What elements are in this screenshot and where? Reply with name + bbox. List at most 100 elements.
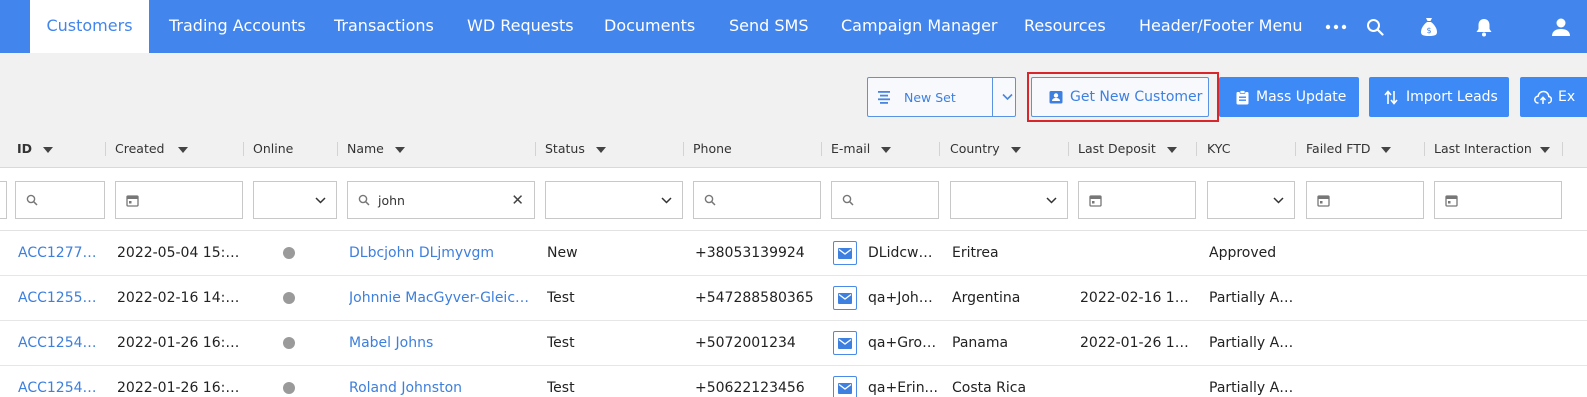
customer-name-link[interactable]: Johnnie MacGyver-Gleichner — [349, 276, 535, 321]
last-deposit-cell: 2022-02-16 14:07 — [1080, 290, 1196, 306]
online-status-dot — [283, 337, 295, 349]
money-bag-icon[interactable]: $ — [1416, 0, 1442, 53]
created-filter-input[interactable] — [115, 181, 243, 219]
status-filter-select[interactable] — [545, 181, 683, 219]
customer-id-link[interactable]: ACC1255570 — [18, 276, 105, 321]
chevron-down-icon — [1273, 196, 1284, 204]
email-filter-input[interactable] — [831, 181, 939, 219]
table-row[interactable]: ACC1254457 2022-01-26 16:51 Roland Johns… — [0, 366, 1587, 397]
column-header-email[interactable]: E-mail — [831, 131, 892, 168]
sort-caret-icon — [1166, 146, 1177, 153]
table-row[interactable]: ACC1255570 2022-02-16 14:07 Johnnie MacG… — [0, 276, 1587, 321]
column-header-country[interactable]: Country — [950, 131, 1021, 168]
id-filter-input[interactable] — [15, 181, 105, 219]
chevron-down-icon — [1046, 196, 1057, 204]
customer-id-link[interactable]: ACC1254531 — [18, 321, 105, 366]
sort-arrows-icon — [1384, 89, 1398, 105]
contact-card-icon — [1049, 91, 1063, 104]
calendar-icon — [126, 194, 139, 207]
created-cell: 2022-01-26 16:51 — [117, 380, 243, 396]
calendar-icon — [1317, 194, 1330, 207]
sort-caret-icon — [595, 146, 606, 153]
import-leads-button[interactable]: Import Leads — [1369, 77, 1509, 117]
kyc-cell: Partially Ap... — [1209, 380, 1295, 396]
last-deposit-filter-input[interactable] — [1078, 181, 1196, 219]
tab-wd-requests[interactable]: WD Requests — [467, 0, 574, 53]
country-filter-select[interactable] — [950, 181, 1068, 219]
column-header-name[interactable]: Name — [347, 131, 405, 168]
status-cell: Test — [547, 290, 575, 306]
created-cell: 2022-02-16 14:07 — [117, 290, 243, 306]
customer-name-link[interactable]: Mabel Johns — [349, 321, 535, 366]
country-cell: Costa Rica — [952, 380, 1027, 396]
name-filter-value: john — [378, 192, 405, 208]
tab-trading-accounts[interactable]: Trading Accounts — [169, 0, 306, 53]
last-interaction-filter-input[interactable] — [1434, 181, 1562, 219]
column-header-last-deposit[interactable]: Last Deposit — [1078, 131, 1177, 168]
export-button[interactable]: Ex — [1520, 77, 1587, 117]
set-select[interactable]: New Set — [867, 77, 1016, 117]
sort-caret-icon — [43, 146, 54, 153]
tab-campaign-manager[interactable]: Campaign Manager — [841, 0, 997, 53]
sort-caret-icon — [881, 146, 892, 153]
cloud-upload-icon — [1534, 90, 1552, 104]
tab-resources[interactable]: Resources — [1024, 0, 1106, 53]
mail-icon[interactable] — [833, 286, 857, 310]
phone-cell: +38053139924 — [695, 245, 805, 261]
get-new-customer-label: Get New Customer — [1070, 89, 1203, 105]
clear-icon[interactable]: ✕ — [511, 191, 524, 209]
user-icon[interactable] — [1546, 0, 1576, 53]
table-row[interactable]: ACC1254531 2022-01-26 16:54 Mabel Johns … — [0, 321, 1587, 366]
kyc-cell: Partially Ap... — [1209, 335, 1295, 351]
search-icon — [358, 194, 370, 206]
customer-id-link[interactable]: ACC1277124 — [18, 231, 105, 276]
table-header: ID Created Online Name Status Phone E-ma… — [0, 131, 1587, 168]
customer-name-link[interactable]: Roland Johnston — [349, 366, 535, 397]
chevron-down-icon — [661, 196, 672, 204]
phone-filter-input[interactable] — [693, 181, 821, 219]
customer-id-link[interactable]: ACC1254457 — [18, 366, 105, 397]
list-icon — [878, 91, 890, 104]
search-icon — [26, 194, 38, 206]
status-cell: Test — [547, 380, 575, 396]
tab-header-footer-menu[interactable]: Header/Footer Menu — [1139, 0, 1303, 53]
column-header-failed-ftd[interactable]: Failed FTD — [1306, 131, 1392, 168]
online-status-dot — [283, 292, 295, 304]
column-header-created[interactable]: Created — [115, 131, 189, 168]
failed-ftd-filter-input[interactable] — [1306, 181, 1424, 219]
kyc-cell: Approved — [1209, 245, 1277, 261]
kyc-cell: Partially Ap... — [1209, 290, 1295, 306]
online-status-dot — [283, 247, 295, 259]
email-cell: qa+John... — [868, 290, 939, 306]
get-new-customer-button[interactable]: Get New Customer — [1031, 77, 1209, 117]
tab-transactions[interactable]: Transactions — [334, 0, 434, 53]
kyc-filter-select[interactable] — [1207, 181, 1295, 219]
column-header-status[interactable]: Status — [545, 131, 606, 168]
mass-update-button[interactable]: Mass Update — [1219, 77, 1359, 117]
table-row[interactable]: ACC1277124 2022-05-04 15:00 DLbcjohn DLj… — [0, 231, 1587, 276]
column-header-online: Online — [253, 141, 294, 156]
tab-customers[interactable]: Customers — [30, 0, 149, 53]
column-header-phone: Phone — [693, 141, 732, 156]
clipboard-icon — [1236, 89, 1249, 104]
column-header-id[interactable]: ID — [17, 131, 54, 168]
mail-icon[interactable] — [833, 376, 857, 397]
top-nav: Customers Trading Accounts Transactions … — [0, 0, 1587, 53]
mail-icon[interactable] — [833, 331, 857, 355]
tab-send-sms[interactable]: Send SMS — [729, 0, 809, 53]
mail-icon[interactable] — [833, 241, 857, 265]
more-icon[interactable] — [1322, 0, 1350, 53]
search-icon[interactable] — [1362, 0, 1388, 53]
online-filter-select[interactable] — [253, 181, 337, 219]
name-filter-input[interactable]: john ✕ — [347, 181, 535, 219]
phone-cell: +547288580365 — [695, 290, 814, 306]
last-deposit-cell — [1080, 231, 1196, 276]
last-deposit-cell — [1080, 366, 1196, 397]
created-cell: 2022-01-26 16:54 — [117, 335, 243, 351]
tab-documents[interactable]: Documents — [604, 0, 695, 53]
status-cell: Test — [547, 335, 575, 351]
customer-name-link[interactable]: DLbcjohn DLjmyvgm — [349, 231, 535, 276]
column-header-last-interaction[interactable]: Last Interaction — [1434, 131, 1550, 168]
online-status-dot — [283, 382, 295, 394]
bell-icon[interactable] — [1471, 0, 1497, 53]
